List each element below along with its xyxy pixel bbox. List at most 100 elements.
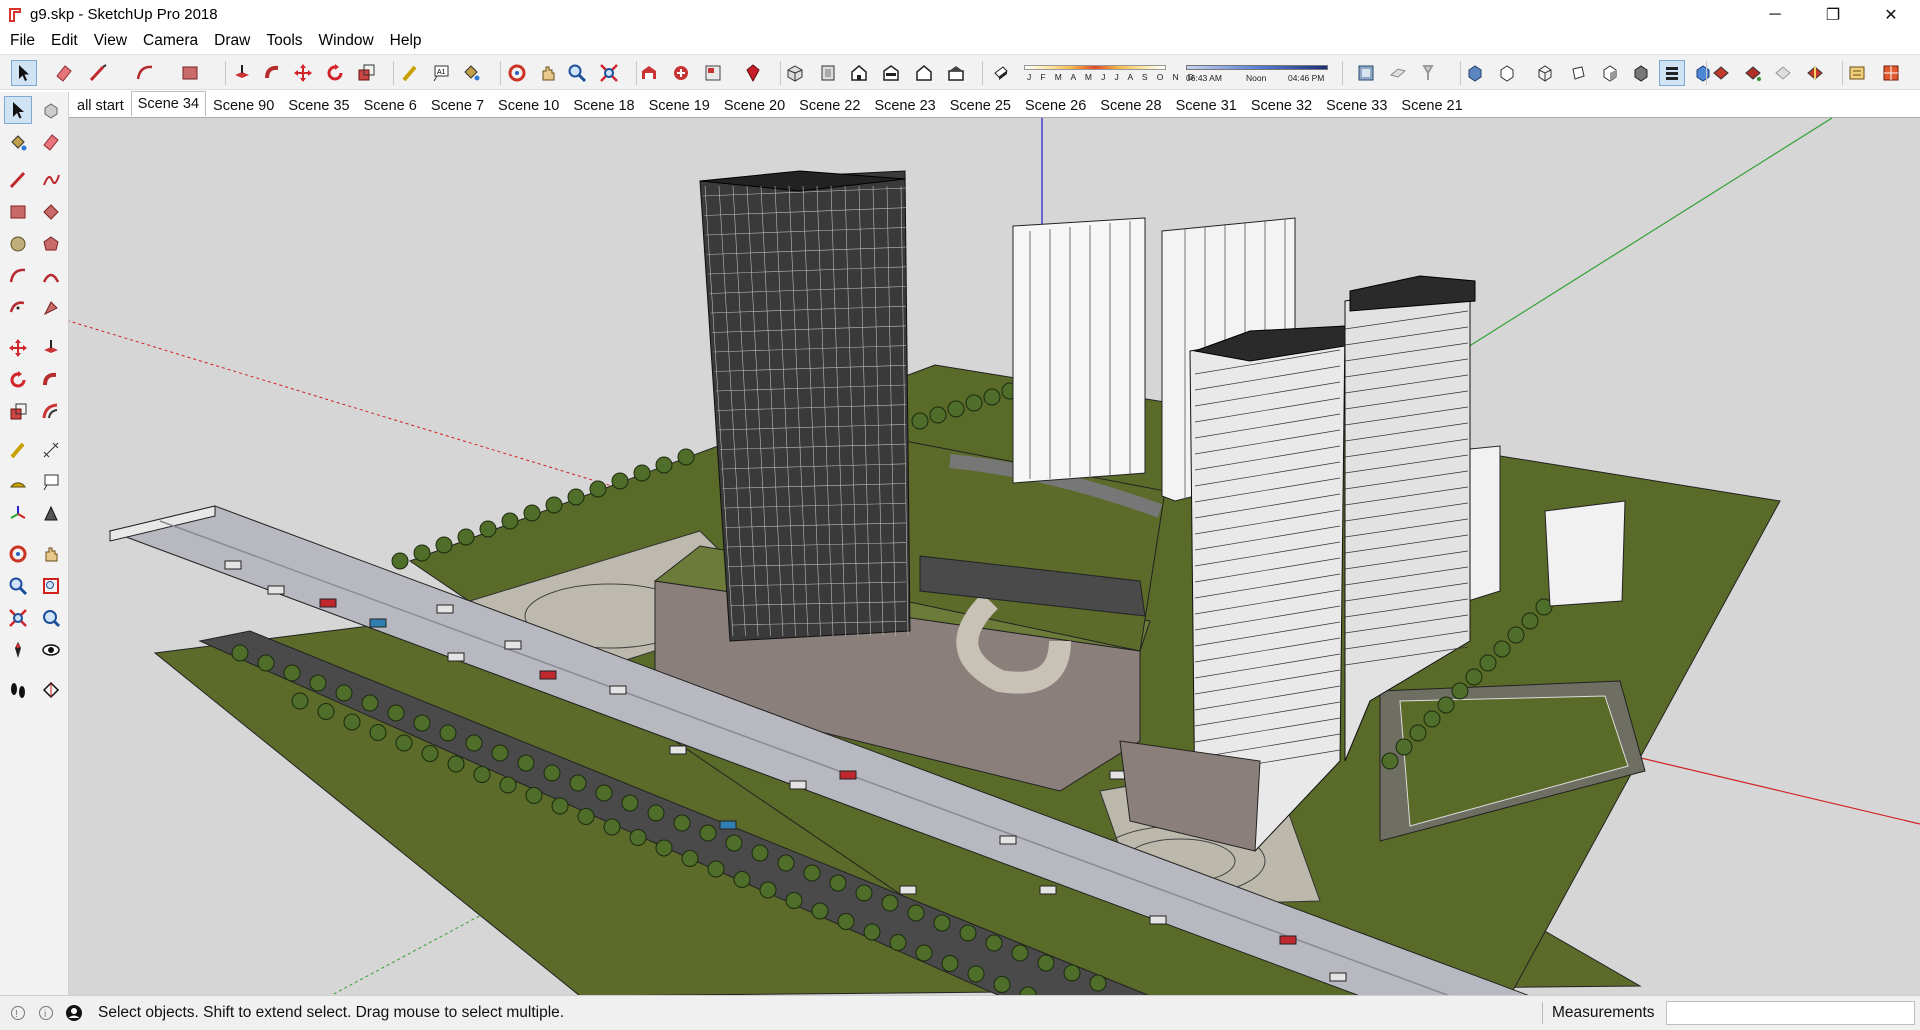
two-point-arc-icon[interactable] bbox=[37, 262, 65, 290]
scene-tab[interactable]: Scene 7 bbox=[424, 94, 491, 116]
select-icon[interactable] bbox=[4, 96, 32, 124]
geo-location-icon[interactable]: ! bbox=[8, 1003, 28, 1023]
3d-text-icon[interactable] bbox=[37, 500, 65, 528]
month-slider[interactable] bbox=[1024, 65, 1166, 70]
scene-tab[interactable]: Scene 23 bbox=[867, 94, 942, 116]
paint-bucket-icon[interactable] bbox=[458, 60, 484, 86]
rotate-icon[interactable] bbox=[4, 366, 32, 394]
styles-icon[interactable] bbox=[1770, 60, 1796, 86]
menu-edit[interactable]: Edit bbox=[43, 29, 86, 53]
select-icon[interactable] bbox=[11, 60, 37, 86]
materials-icon[interactable] bbox=[1740, 60, 1766, 86]
line-icon[interactable] bbox=[4, 166, 32, 194]
scene-tab[interactable]: Scene 28 bbox=[1093, 94, 1168, 116]
restore-button[interactable]: ❐ bbox=[1804, 0, 1862, 29]
zoom-extents-icon[interactable] bbox=[4, 604, 32, 632]
zoom-icon[interactable] bbox=[564, 60, 590, 86]
extension-warehouse-icon[interactable] bbox=[668, 60, 694, 86]
follow-me-icon[interactable] bbox=[37, 366, 65, 394]
paint-bucket-icon[interactable] bbox=[4, 128, 32, 156]
scenes-panel-icon[interactable] bbox=[1878, 60, 1904, 86]
monochrome-style-icon[interactable] bbox=[1659, 60, 1685, 86]
three-point-arc-icon[interactable] bbox=[4, 294, 32, 322]
menu-file[interactable]: File bbox=[2, 29, 43, 53]
scene-tab[interactable]: Scene 6 bbox=[357, 94, 424, 116]
back-view-icon[interactable] bbox=[911, 60, 937, 86]
make-component-icon[interactable] bbox=[37, 96, 65, 124]
arc-icon[interactable] bbox=[4, 262, 32, 290]
scene-tab[interactable]: Scene 25 bbox=[943, 94, 1018, 116]
shaded-textures-icon[interactable] bbox=[1628, 60, 1654, 86]
minimize-button[interactable]: ─ bbox=[1746, 0, 1804, 29]
scene-tab[interactable]: Scene 20 bbox=[717, 94, 792, 116]
3d-model-canvas[interactable] bbox=[69, 118, 1920, 995]
front-view-icon[interactable] bbox=[846, 60, 872, 86]
shadows-toggle-icon[interactable] bbox=[988, 60, 1014, 86]
text-icon[interactable]: A1 bbox=[428, 60, 454, 86]
scene-tab[interactable]: Scene 21 bbox=[1394, 94, 1469, 116]
walk-icon[interactable] bbox=[4, 676, 32, 704]
scale-icon[interactable] bbox=[4, 398, 32, 426]
scene-tab[interactable]: Scene 33 bbox=[1319, 94, 1394, 116]
section-plane-icon[interactable] bbox=[37, 676, 65, 704]
scene-tab[interactable]: Scene 18 bbox=[566, 94, 641, 116]
circle-icon[interactable] bbox=[4, 230, 32, 258]
model-info-icon[interactable] bbox=[1353, 60, 1379, 86]
orbit-icon[interactable] bbox=[504, 60, 530, 86]
arc-icon[interactable] bbox=[132, 60, 158, 86]
line-icon[interactable] bbox=[85, 60, 111, 86]
position-camera-icon[interactable] bbox=[4, 636, 32, 664]
offset-icon[interactable] bbox=[37, 398, 65, 426]
close-button[interactable]: ✕ bbox=[1862, 0, 1920, 29]
top-view-icon[interactable] bbox=[815, 60, 841, 86]
zoom-icon[interactable] bbox=[4, 572, 32, 600]
scene-tab[interactable]: Scene 26 bbox=[1018, 94, 1093, 116]
scene-tab[interactable]: Scene 19 bbox=[642, 94, 717, 116]
menu-camera[interactable]: Camera bbox=[135, 29, 206, 53]
wireframe-style-icon[interactable] bbox=[1532, 60, 1558, 86]
credits-icon[interactable]: i bbox=[36, 1003, 56, 1023]
dimension-icon[interactable] bbox=[37, 436, 65, 464]
menu-window[interactable]: Window bbox=[311, 29, 382, 53]
scenes-icon[interactable] bbox=[1844, 60, 1870, 86]
scene-tab[interactable]: Scene 90 bbox=[206, 94, 281, 116]
iso-view-icon[interactable] bbox=[782, 60, 808, 86]
scene-tab[interactable]: Scene 35 bbox=[281, 94, 356, 116]
scene-tab[interactable]: Scene 34 bbox=[130, 91, 207, 116]
previous-view-icon[interactable] bbox=[37, 604, 65, 632]
tape-measure-icon[interactable] bbox=[4, 436, 32, 464]
push-pull-icon[interactable] bbox=[229, 60, 255, 86]
look-around-icon[interactable] bbox=[37, 636, 65, 664]
protractor-icon[interactable] bbox=[4, 468, 32, 496]
follow-me-icon[interactable] bbox=[260, 60, 286, 86]
section-plane-icon[interactable] bbox=[1385, 60, 1411, 86]
backedges-style-icon[interactable] bbox=[1494, 60, 1520, 86]
scene-tab[interactable]: Scene 22 bbox=[792, 94, 867, 116]
scene-tab[interactable]: Scene 32 bbox=[1244, 94, 1319, 116]
menu-draw[interactable]: Draw bbox=[206, 29, 258, 53]
menu-tools[interactable]: Tools bbox=[258, 29, 310, 53]
layers-icon[interactable] bbox=[1802, 60, 1828, 86]
xray-style-icon[interactable] bbox=[1462, 60, 1488, 86]
ruby-icon[interactable] bbox=[740, 60, 766, 86]
rectangle-icon[interactable] bbox=[177, 60, 203, 86]
measurements-input[interactable] bbox=[1666, 1001, 1915, 1025]
pan-icon[interactable] bbox=[37, 540, 65, 568]
eraser-icon[interactable] bbox=[37, 128, 65, 156]
freehand-icon[interactable] bbox=[37, 166, 65, 194]
scene-tab[interactable]: all start bbox=[70, 94, 131, 116]
layout-icon[interactable] bbox=[700, 60, 726, 86]
pie-icon[interactable] bbox=[37, 294, 65, 322]
section-display-icon[interactable] bbox=[1415, 60, 1441, 86]
user-account-icon[interactable] bbox=[64, 1003, 84, 1023]
menu-view[interactable]: View bbox=[86, 29, 135, 53]
right-view-icon[interactable] bbox=[878, 60, 904, 86]
scene-tab[interactable]: Scene 31 bbox=[1169, 94, 1244, 116]
zoom-extents-icon[interactable] bbox=[596, 60, 622, 86]
rotate-icon[interactable] bbox=[322, 60, 348, 86]
eraser-icon[interactable] bbox=[51, 60, 77, 86]
shaded-style-icon[interactable] bbox=[1597, 60, 1623, 86]
tape-measure-icon[interactable] bbox=[397, 60, 423, 86]
scale-icon[interactable] bbox=[353, 60, 379, 86]
menu-help[interactable]: Help bbox=[382, 29, 430, 53]
